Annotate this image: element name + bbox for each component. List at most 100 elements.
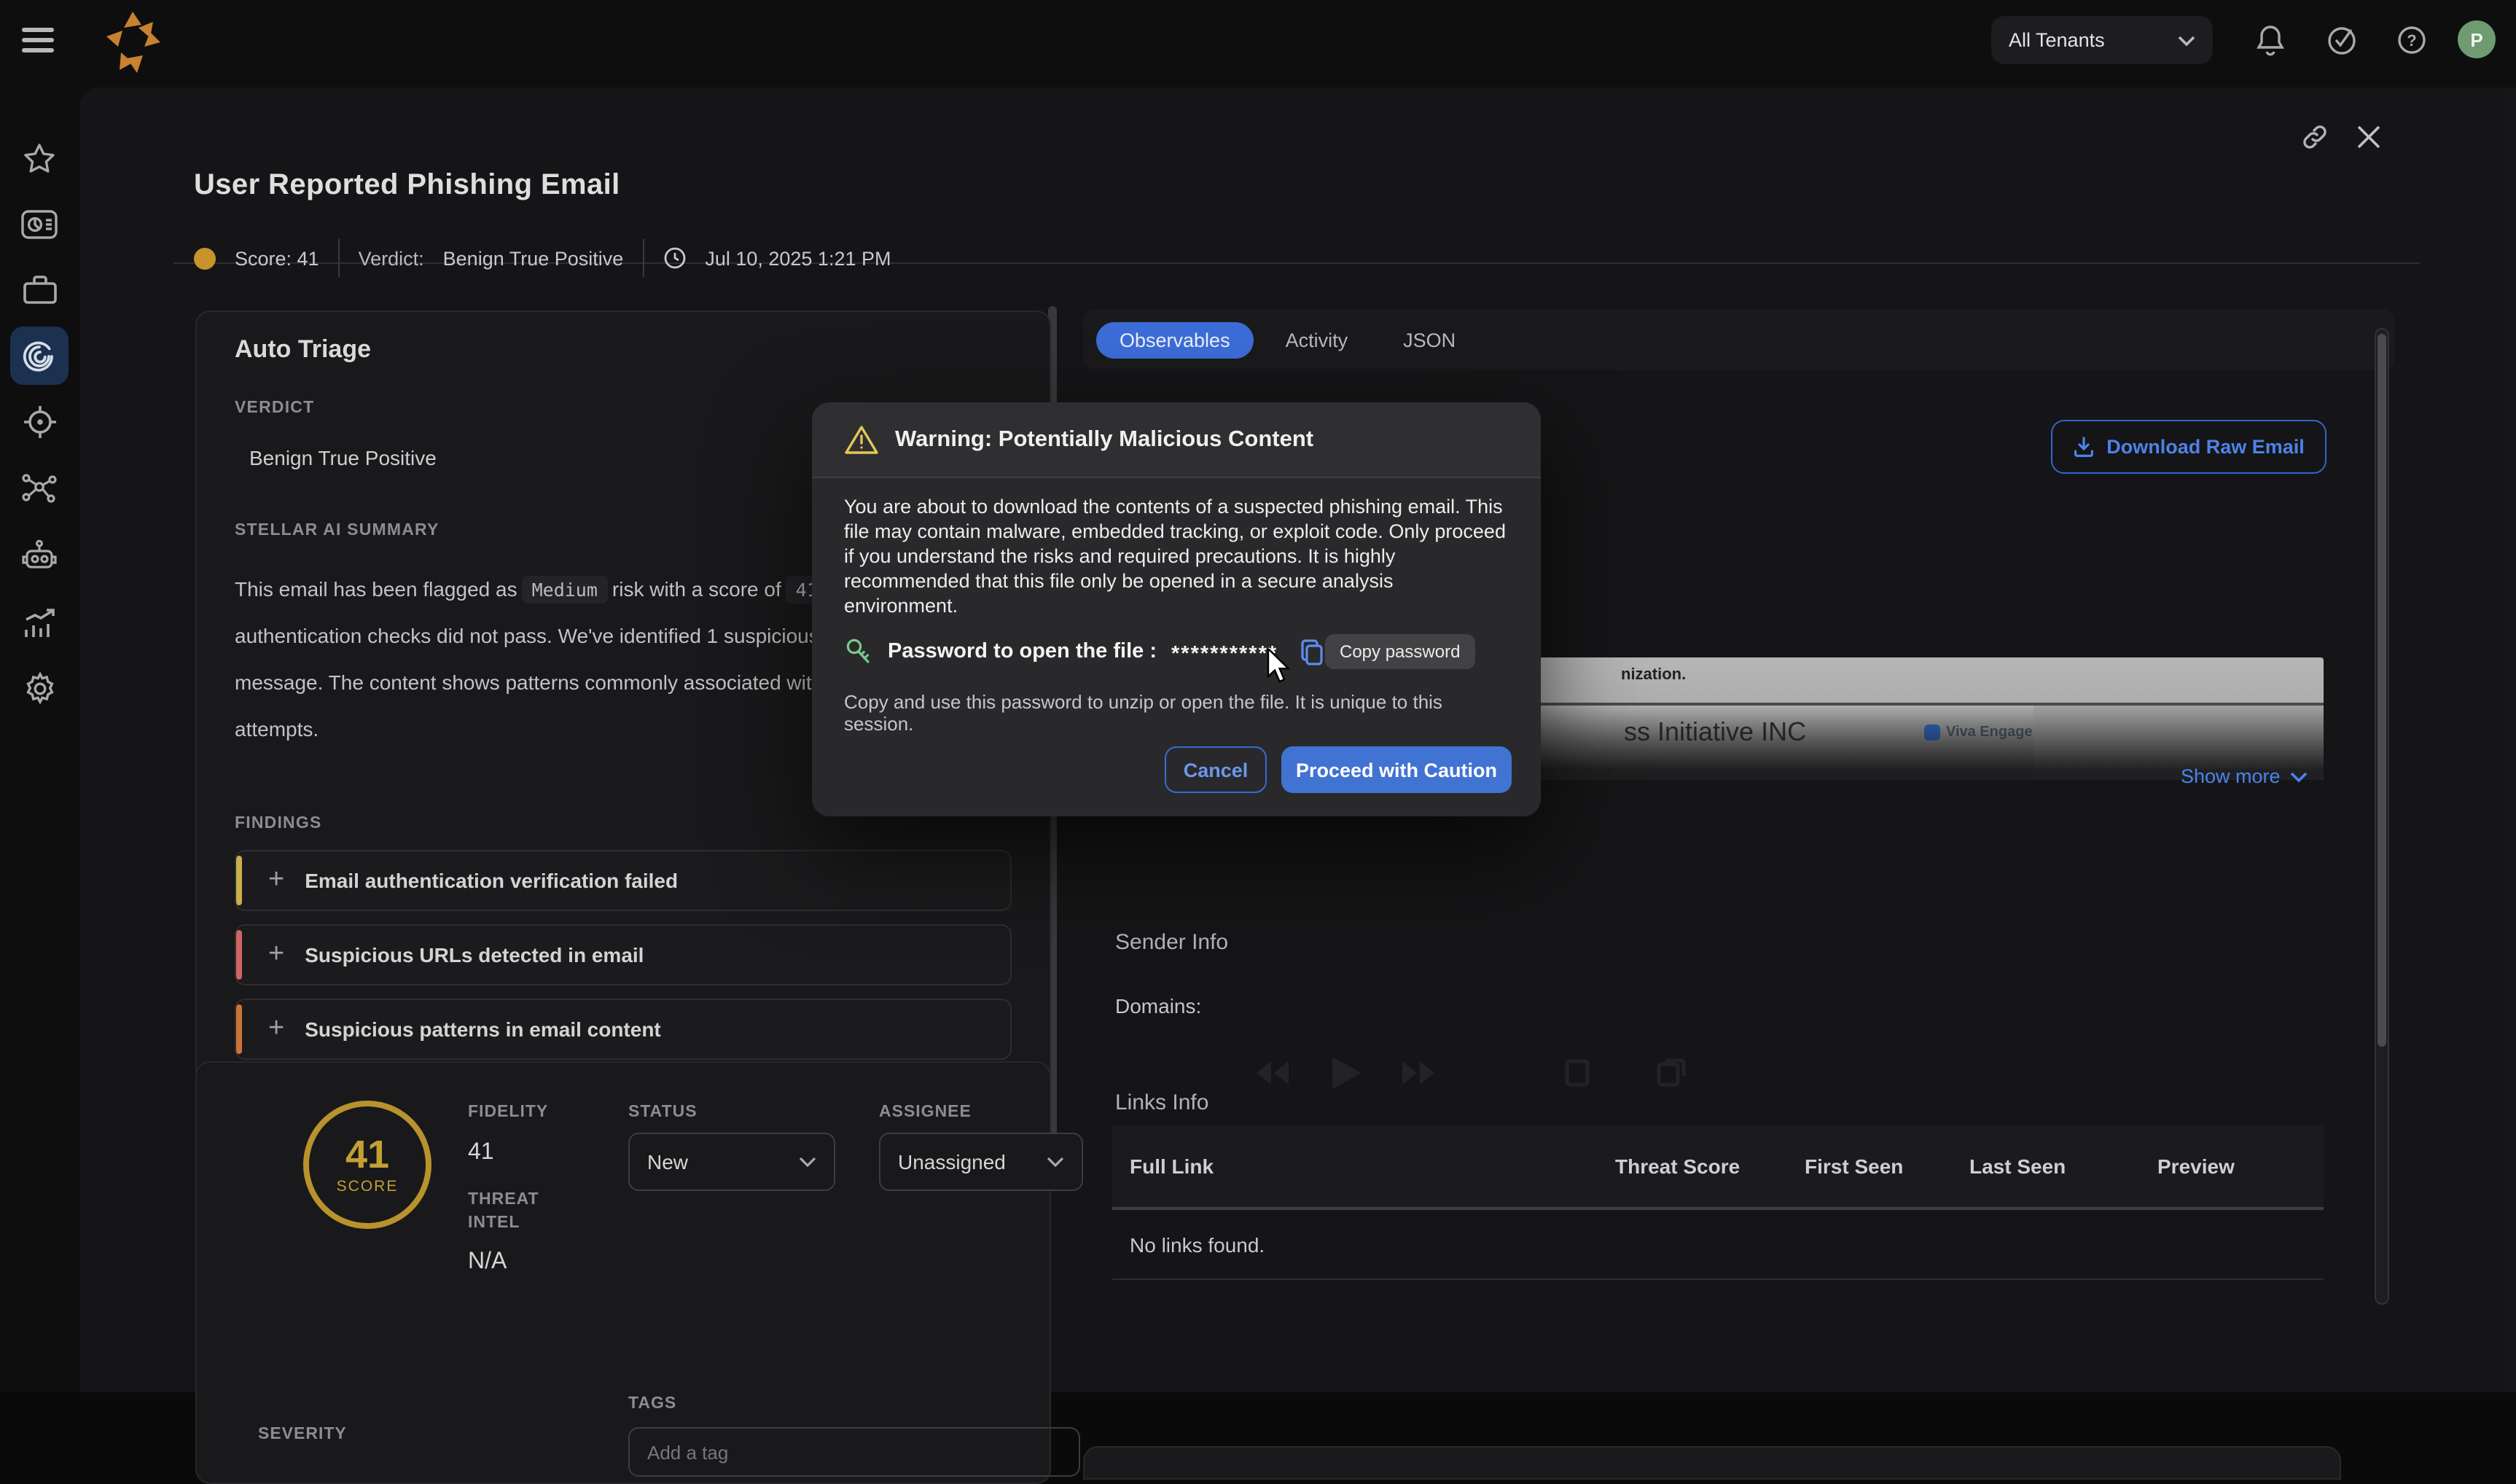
app-root: All Tenants ? P (0, 0, 2516, 1392)
avatar-initial: P (2470, 28, 2482, 50)
threat-intel-label-2: INTEL (468, 1214, 520, 1232)
chevron-down-icon (799, 1156, 816, 1168)
fidelity-value: 41 (468, 1140, 494, 1166)
expand-plus-icon[interactable]: + (268, 939, 284, 971)
right-panel-scrollbar[interactable] (2375, 328, 2389, 1305)
threat-intel-label-1: THREAT (468, 1191, 539, 1208)
sender-info-heading: Sender Info (1115, 930, 1228, 955)
left-nav-rail (0, 87, 80, 1392)
observables-tab-bar: Observables Activity JSON (1083, 309, 2395, 370)
tags-label: TAGS (628, 1395, 676, 1413)
finding-row-suspicious-patterns[interactable]: + Suspicious patterns in email content (235, 999, 1012, 1060)
expand-plus-icon[interactable]: + (268, 1013, 284, 1045)
nav-triage-spiral-icon[interactable] (10, 327, 69, 385)
nav-correlation-graph-icon[interactable] (10, 459, 69, 518)
threat-intel-value: N/A (468, 1249, 507, 1276)
score-value: Score: 41 (235, 247, 319, 269)
links-table-empty-row: No links found. (1112, 1210, 2324, 1280)
page-scrollbar-track[interactable] (2504, 87, 2516, 1392)
modal-header: Warning: Potentially Malicious Content (812, 402, 1541, 478)
case-timestamp: Jul 10, 2025 1:21 PM (705, 247, 891, 269)
findings-label: FINDINGS (235, 815, 1012, 832)
tab-json[interactable]: JSON (1380, 321, 1479, 358)
col-full-link: Full Link (1112, 1155, 1615, 1178)
svg-text:?: ? (2407, 31, 2416, 50)
expand-plus-icon[interactable]: + (268, 864, 284, 897)
chevron-down-icon (2178, 34, 2195, 46)
nav-cases-briefcase-icon[interactable] (10, 261, 69, 319)
score-ring: 41 SCORE (303, 1101, 431, 1229)
links-table-header: Full Link Threat Score First Seen Last S… (1112, 1125, 2324, 1210)
password-mask: *********** (1171, 637, 1278, 666)
finding-row-auth-failed[interactable]: + Email authentication verification fail… (235, 850, 1012, 911)
tasks-check-icon[interactable] (2325, 23, 2359, 57)
score-number: 41 (345, 1135, 389, 1173)
preview-show-more-link[interactable]: Show more (2181, 765, 2308, 787)
warning-triangle-icon (844, 424, 879, 455)
play-icon (1329, 1055, 1361, 1090)
copy-password-icon[interactable] (1298, 638, 1324, 665)
status-value: New (647, 1150, 688, 1173)
rewind-icon (1254, 1058, 1292, 1087)
score-dot (194, 247, 216, 269)
verdict-value: Benign True Positive (443, 247, 624, 269)
frames-icon (1656, 1058, 1688, 1087)
severity-bar (236, 930, 242, 980)
assignee-select[interactable]: Unassigned (879, 1133, 1083, 1191)
nav-favorites-star-icon[interactable] (10, 130, 69, 188)
password-row: Password to open the file : *********** … (844, 637, 1509, 666)
domains-label: Domains: (1115, 994, 1201, 1018)
cancel-button[interactable]: Cancel (1165, 746, 1267, 793)
modal-warning-text: You are about to download the contents o… (844, 494, 1509, 618)
finding-row-suspicious-urls[interactable]: + Suspicious URLs detected in email (235, 924, 1012, 985)
proceed-with-caution-button[interactable]: Proceed with Caution (1281, 746, 1512, 793)
assignee-label: ASSIGNEE (879, 1104, 972, 1121)
score-caption: SCORE (337, 1177, 399, 1195)
notifications-bell-icon[interactable] (2255, 23, 2286, 57)
right-panel-scrollbar-thumb[interactable] (2378, 334, 2386, 1047)
score-card: 41 SCORE FIDELITY 41 THREAT INTEL N/A SE… (195, 1061, 1051, 1484)
frame-icon (1563, 1058, 1592, 1087)
modal-title: Warning: Potentially Malicious Content (895, 426, 1313, 453)
risk-chip: Medium (522, 576, 608, 604)
user-avatar[interactable]: P (2458, 20, 2496, 58)
tag-input[interactable]: Add a tag (628, 1427, 1080, 1477)
severity-bar (236, 856, 242, 905)
hamburger-menu-icon[interactable] (22, 28, 54, 54)
tab-observables[interactable]: Observables (1096, 321, 1254, 358)
stellar-logo-icon[interactable] (102, 10, 163, 77)
download-icon (2073, 436, 2095, 458)
severity-label: SEVERITY (258, 1426, 347, 1443)
links-info-heading: Links Info (1115, 1090, 1208, 1115)
nav-reports-chart-icon[interactable] (10, 593, 69, 652)
nav-automation-robot-icon[interactable] (10, 526, 69, 585)
auto-triage-title: Auto Triage (235, 335, 1012, 364)
modal-body: You are about to download the contents o… (812, 478, 1541, 735)
fidelity-label: FIDELITY (468, 1104, 548, 1121)
chevron-down-icon (2291, 770, 2308, 782)
tab-activity[interactable]: Activity (1262, 321, 1372, 358)
tag-placeholder: Add a tag (647, 1441, 728, 1463)
empty-message: No links found. (1112, 1233, 1615, 1256)
clock-icon (663, 246, 686, 270)
severity-bar (236, 1004, 242, 1054)
status-select[interactable]: New (628, 1133, 835, 1191)
nav-dashboards-icon[interactable] (10, 195, 69, 254)
faint-media-icons (1254, 1055, 1688, 1090)
copy-password-tooltip: Copy password (1325, 634, 1474, 669)
links-table: Full Link Threat Score First Seen Last S… (1112, 1125, 2324, 1280)
tenant-selector[interactable]: All Tenants (1991, 16, 2213, 64)
download-raw-email-button[interactable]: Download Raw Email (2051, 420, 2326, 474)
case-meta-row: Score: 41 Verdict: Benign True Positive … (194, 239, 891, 277)
tenant-selector-value: All Tenants (2009, 29, 2105, 51)
copy-link-icon[interactable] (2300, 122, 2329, 152)
col-threat-score: Threat Score (1615, 1155, 1805, 1178)
modal-footer: Cancel Proceed with Caution (1165, 746, 1512, 793)
verdict-label: Verdict: (359, 247, 424, 269)
close-icon[interactable] (2354, 122, 2383, 152)
help-icon[interactable]: ? (2395, 23, 2429, 57)
top-bar: All Tenants ? P (0, 0, 2516, 87)
next-section-card-edge (1083, 1446, 2341, 1480)
nav-detections-crosshair-icon[interactable] (10, 392, 69, 450)
nav-settings-gear-icon[interactable] (10, 659, 69, 717)
